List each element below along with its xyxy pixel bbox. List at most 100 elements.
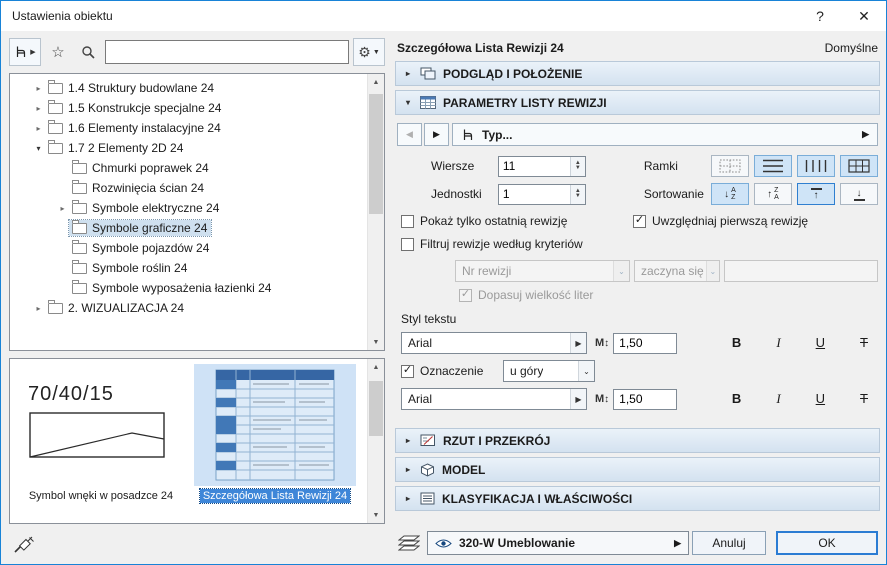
layer-dropdown[interactable]: 320-W Umeblowanie ▶ [427,531,689,555]
strikethrough-button[interactable]: T [860,335,868,351]
checkbox-include-first-revision[interactable]: ✓ [633,215,646,228]
tree-item[interactable]: Symbole wyposażenia łazienki 24 [10,278,367,298]
type-selector[interactable]: Typ... ▶ [452,123,878,146]
tree-item[interactable]: Symbole pojazdów 24 [10,238,367,258]
filter-operator-combo: zaczyna się na ⌄ [634,260,720,282]
section-plan-and-section[interactable]: ▸ RZUT I PRZEKRÓJ [395,428,880,453]
library-toolbar: ▶ ☆ ⚙ ▼ [9,37,385,67]
folder-icon [72,243,87,254]
ok-button[interactable]: OK [776,531,878,555]
align-top-icon: ↑ [811,188,822,201]
tree-item[interactable]: ▸ Symbole elektryczne 24 [10,198,367,218]
settings-menu-button[interactable]: ⚙ ▼ [353,38,385,66]
chevron-right-icon[interactable]: ▶ [570,389,586,409]
tree-item-label: 1.7 2 Elementy 2D 24 [68,141,183,155]
rows-spinner[interactable]: ▲▼ [570,157,585,176]
tree-item[interactable]: Chmurki poprawek 24 [10,158,367,178]
tree-item[interactable]: ▸ 1.6 Elementy instalacyjne 24 [10,118,367,138]
section-label: RZUT I PRZEKRÓJ [443,434,550,448]
section-classification[interactable]: ▸ KLASYFIKACJA I WŁAŚCIWOŚCI [395,486,880,511]
font-family-combo-2[interactable]: Arial ▶ [401,388,587,410]
font-size-input-1[interactable] [614,334,676,353]
tree-scrollbar[interactable]: ▲ ▼ [367,74,384,350]
layer-settings-button[interactable] [395,532,423,554]
folder-view-button[interactable]: ▶ [9,38,41,66]
preview-item-floor-recess[interactable]: 70/40/15 Symbol wnęki w posadzce 24 [14,364,188,503]
tree-item-label: 1.4 Struktury budowlane 24 [68,81,214,95]
tree-item[interactable]: ▾ 1.7 2 Elementy 2D 24 [10,138,367,158]
rows-input[interactable] [499,157,570,176]
cancel-button[interactable]: Anuluj [692,531,766,555]
italic-button[interactable]: I [776,335,780,351]
checkbox-show-last-revision[interactable] [401,215,414,228]
preview-scrollbar[interactable]: ▲ ▼ [367,359,384,523]
section-preview-position[interactable]: ▸ PODGLĄD I POŁOŻENIE [395,61,880,86]
units-input[interactable] [499,185,570,204]
frame-horizontal-button[interactable] [754,155,792,177]
chevron-right-icon[interactable]: ▸ [56,204,69,213]
favorites-button[interactable]: ☆ [45,38,71,66]
sort-bottom-button[interactable]: ↓ [840,183,878,205]
checkbox-marker[interactable]: ✓ [401,365,414,378]
font-family-combo-1[interactable]: Arial ▶ [401,332,587,354]
chevron-right-icon[interactable]: ▶ [570,333,586,353]
scrollbar-thumb[interactable] [369,94,383,214]
folder-icon [48,103,63,114]
settings-panel: Szczegółowa Lista Rewizji 24 Domyślne ▸ … [395,41,880,558]
chevron-right-icon[interactable]: ▸ [32,124,45,133]
filter-field-combo: Nr rewizji ⌄ [455,260,630,282]
frame-none-button[interactable] [711,155,749,177]
sort-ascending-button[interactable]: ↓ AZ [711,183,749,205]
section-revision-list-parameters[interactable]: ▾ PARAMETRY LISTY REWIZJI [395,90,880,115]
chevron-right-icon[interactable]: ▶ [862,129,869,140]
search-input[interactable] [105,40,349,64]
strikethrough-button[interactable]: T [860,391,868,407]
underline-button[interactable]: U [816,391,825,407]
help-button[interactable]: ? [798,1,842,31]
bold-button[interactable]: B [732,335,741,351]
tree-item[interactable]: ▸ 1.5 Konstrukcje specjalne 24 [10,98,367,118]
search-button[interactable] [75,38,101,66]
close-button[interactable]: ✕ [842,1,886,31]
frame-vertical-button[interactable] [797,155,835,177]
tree-item-selected[interactable]: Symbole graficzne 24 [10,218,367,238]
tree-item[interactable]: ▸ 1.4 Struktury budowlane 24 [10,78,367,98]
section-model[interactable]: ▸ MODEL [395,457,880,482]
scrollbar-thumb[interactable] [369,381,383,436]
scroll-down-icon[interactable]: ▼ [368,334,384,350]
font-size-input-2[interactable] [614,390,676,409]
frame-none-icon [719,159,741,173]
tree-item[interactable]: Rozwinięcia ścian 24 [10,178,367,198]
section-label: KLASYFIKACJA I WŁAŚCIWOŚCI [442,492,632,506]
folder-icon [72,163,87,174]
tree-item[interactable]: ▸ 2. WIZUALIZACJA 24 [10,298,367,318]
scroll-up-icon[interactable]: ▲ [368,359,384,375]
tree-item[interactable]: Symbole roślin 24 [10,258,367,278]
chevron-right-icon: ▸ [403,494,413,503]
chevron-right-icon[interactable]: ▸ [32,304,45,313]
checkbox-label: Oznaczenie [420,364,483,378]
underline-button[interactable]: U [816,335,825,351]
chevron-right-icon: ▸ [403,69,413,78]
bold-button[interactable]: B [732,391,741,407]
next-page-button[interactable]: ▶ [424,123,449,146]
scroll-down-icon[interactable]: ▼ [368,507,384,523]
default-state-label: Domyślne [825,41,878,55]
chevron-right-icon[interactable]: ▸ [32,104,45,113]
chevron-right-icon[interactable]: ▸ [32,84,45,93]
italic-button[interactable]: I [776,391,780,407]
inject-parameters-button[interactable] [9,533,39,557]
frame-grid-button[interactable] [840,155,878,177]
folder-icon [72,183,87,194]
sort-top-button[interactable]: ↑ [797,183,835,205]
preview-position-icon [420,67,436,80]
checkbox-filter-revisions[interactable] [401,238,414,251]
sort-descending-button[interactable]: ↑ ZA [754,183,792,205]
chevron-down-icon: ▼ [373,49,380,56]
scroll-up-icon[interactable]: ▲ [368,74,384,90]
chevron-down-icon[interactable]: ▾ [32,144,45,153]
marker-position-dropdown[interactable]: u góry ⌄ [503,360,595,382]
preview-item-revision-list[interactable]: Szczegółowa Lista Rewizji 24 [188,364,362,503]
align-bottom-icon: ↓ [854,188,865,201]
units-spinner[interactable]: ▲▼ [570,185,585,204]
